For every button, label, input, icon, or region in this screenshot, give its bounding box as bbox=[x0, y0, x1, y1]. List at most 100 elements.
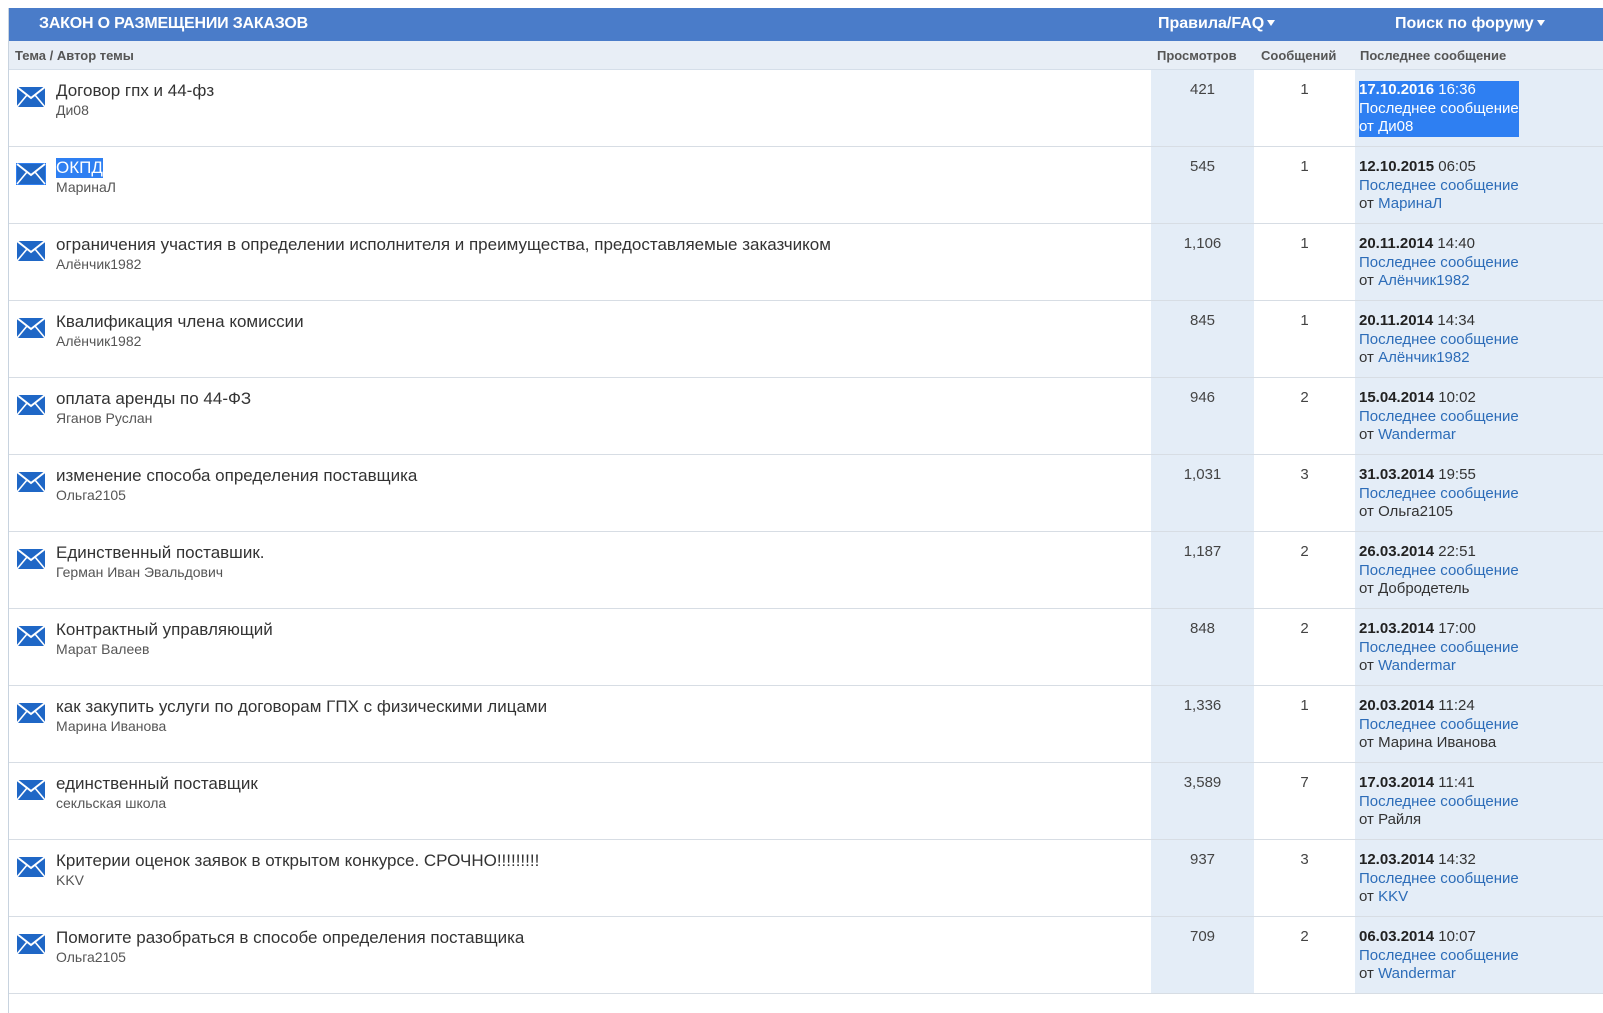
column-header-row: Тема / Автор темы Просмотров Сообщений П… bbox=[9, 41, 1603, 70]
topic-author[interactable]: секльская школа bbox=[56, 795, 166, 811]
last-message-info: 12.10.2015 06:05 Последнее сообщение от … bbox=[1359, 158, 1519, 214]
last-message-link[interactable]: Последнее сообщение bbox=[1359, 485, 1519, 502]
topic-author[interactable]: Алёнчик1982 bbox=[56, 256, 141, 272]
last-message-link[interactable]: Последнее сообщение bbox=[1359, 254, 1519, 271]
topic-title-link[interactable]: ОКПД bbox=[56, 158, 103, 178]
last-message-date: 20.11.2014 bbox=[1359, 235, 1434, 252]
topic-title-link[interactable]: ограничения участия в определении исполн… bbox=[56, 235, 831, 255]
last-message-link[interactable]: Последнее сообщение bbox=[1359, 639, 1519, 656]
from-label: от bbox=[1359, 503, 1374, 520]
topic-title-link[interactable]: изменение способа определения поставщика bbox=[56, 466, 417, 486]
column-views: Просмотров bbox=[1157, 48, 1237, 63]
last-message-link[interactable]: Последнее сообщение bbox=[1359, 177, 1519, 194]
topic-title-link[interactable]: Договор гпх и 44-фз bbox=[56, 81, 214, 101]
last-message-link[interactable]: Последнее сообщение bbox=[1359, 100, 1519, 117]
last-message-author[interactable]: Марина Иванова bbox=[1378, 734, 1496, 751]
envelope-icon[interactable] bbox=[16, 163, 46, 185]
envelope-icon[interactable] bbox=[16, 86, 46, 108]
last-message-author[interactable]: МаринаЛ bbox=[1378, 195, 1442, 212]
envelope-icon[interactable] bbox=[16, 317, 46, 339]
topic-rows: Договор гпх и 44-фз Ди08 421 1 17.10.201… bbox=[9, 70, 1603, 994]
envelope-icon[interactable] bbox=[16, 471, 46, 493]
topic-title-link[interactable]: Квалификация члена комиссии bbox=[56, 312, 304, 332]
last-message-by: от Алёнчик1982 bbox=[1359, 272, 1519, 291]
topic-author[interactable]: Яганов Руслан bbox=[56, 410, 152, 426]
last-message-author[interactable]: Wandermar bbox=[1378, 965, 1456, 982]
envelope-icon[interactable] bbox=[16, 702, 46, 724]
last-message-author[interactable]: Алёнчик1982 bbox=[1378, 272, 1470, 289]
envelope-icon[interactable] bbox=[16, 625, 46, 647]
last-message-author[interactable]: KKV bbox=[1378, 888, 1408, 905]
forum-search-menu[interactable]: Поиск по форуму bbox=[1395, 15, 1545, 33]
topic-title-link[interactable]: оплата аренды по 44-ФЗ bbox=[56, 389, 251, 409]
last-message-link[interactable]: Последнее сообщение bbox=[1359, 331, 1519, 348]
envelope-icon[interactable] bbox=[16, 548, 46, 570]
posts-count: 1 bbox=[1300, 158, 1309, 175]
topic-author[interactable]: Марат Валеев bbox=[56, 641, 149, 657]
dropdown-arrow-icon bbox=[1536, 20, 1545, 26]
topic-author[interactable]: Ольга2105 bbox=[56, 487, 126, 503]
last-message-link[interactable]: Последнее сообщение bbox=[1359, 408, 1519, 425]
from-label: от bbox=[1359, 734, 1374, 751]
views-count: 3,589 bbox=[1183, 774, 1222, 791]
envelope-icon-svg bbox=[16, 471, 46, 493]
last-message-date: 17.03.2014 bbox=[1359, 774, 1435, 791]
topic-author[interactable]: KKV bbox=[56, 872, 84, 888]
last-message-info: 20.03.2014 11:24 Последнее сообщение от … bbox=[1359, 697, 1519, 753]
posts-count: 1 bbox=[1300, 235, 1309, 252]
last-message-author[interactable]: Райля bbox=[1378, 811, 1421, 828]
topic-author[interactable]: Марина Иванова bbox=[56, 718, 166, 734]
rules-faq-menu[interactable]: Правила/FAQ bbox=[1158, 15, 1276, 33]
envelope-icon[interactable] bbox=[16, 856, 46, 878]
last-message-author[interactable]: Ди08 bbox=[1378, 118, 1413, 135]
topic-author[interactable]: Ди08 bbox=[56, 102, 89, 118]
from-label: от bbox=[1359, 888, 1374, 905]
topic-row: Квалификация члена комиссии Алёнчик1982 … bbox=[9, 301, 1603, 378]
topic-title-link[interactable]: как закупить услуги по договорам ГПХ с ф… bbox=[56, 697, 547, 717]
topic-author[interactable]: МаринаЛ bbox=[56, 179, 116, 195]
last-message-info: 21.03.2014 17:00 Последнее сообщение от … bbox=[1359, 620, 1519, 676]
views-count: 946 bbox=[1189, 389, 1216, 406]
last-message-author[interactable]: Ольга2105 bbox=[1378, 503, 1453, 520]
topic-author[interactable]: Алёнчик1982 bbox=[56, 333, 141, 349]
posts-count: 2 bbox=[1300, 620, 1309, 637]
last-message-date: 26.03.2014 bbox=[1359, 543, 1435, 560]
last-message-time: 19:55 bbox=[1438, 466, 1476, 483]
last-message-link[interactable]: Последнее сообщение bbox=[1359, 870, 1519, 887]
last-message-date: 17.10.2016 bbox=[1359, 81, 1435, 98]
from-label: от bbox=[1359, 811, 1374, 828]
envelope-icon[interactable] bbox=[16, 394, 46, 416]
last-message-by: от МаринаЛ bbox=[1359, 195, 1519, 214]
last-message-link[interactable]: Последнее сообщение bbox=[1359, 562, 1519, 579]
envelope-icon-svg bbox=[16, 163, 46, 185]
last-message-time: 14:32 bbox=[1438, 851, 1476, 868]
topic-author[interactable]: Ольга2105 bbox=[56, 949, 126, 965]
last-message-link[interactable]: Последнее сообщение bbox=[1359, 716, 1519, 733]
from-label: от bbox=[1359, 965, 1374, 982]
last-message-link[interactable]: Последнее сообщение bbox=[1359, 793, 1519, 810]
envelope-icon[interactable] bbox=[16, 933, 46, 955]
last-message-author[interactable]: Алёнчик1982 bbox=[1378, 349, 1470, 366]
column-last-message: Последнее сообщение bbox=[1360, 48, 1507, 63]
last-message-info: 17.10.2016 16:36 Последнее сообщение от … bbox=[1359, 81, 1519, 137]
last-message-link[interactable]: Последнее сообщение bbox=[1359, 947, 1519, 964]
topic-title-link[interactable]: Критерии оценок заявок в открытом конкур… bbox=[56, 851, 539, 871]
topic-title-link[interactable]: Единственный поставшик. bbox=[56, 543, 264, 563]
topic-title-link[interactable]: единственный поставщик bbox=[56, 774, 258, 794]
topic-author[interactable]: Герман Иван Эвальдович bbox=[56, 564, 223, 580]
topic-title-link[interactable]: Контрактный управляющий bbox=[56, 620, 273, 640]
topic-title-link[interactable]: Помогите разобраться в способе определен… bbox=[56, 928, 524, 948]
from-label: от bbox=[1359, 272, 1374, 289]
forum-title[interactable]: ЗАКОН О РАЗМЕЩЕНИИ ЗАКАЗОВ bbox=[39, 15, 308, 33]
last-message-author[interactable]: Wandermar bbox=[1378, 657, 1456, 674]
envelope-icon[interactable] bbox=[16, 240, 46, 262]
last-message-author[interactable]: Добродетель bbox=[1378, 580, 1469, 597]
topic-row: оплата аренды по 44-ФЗ Яганов Руслан 946… bbox=[9, 378, 1603, 455]
from-label: от bbox=[1359, 118, 1374, 135]
envelope-icon[interactable] bbox=[16, 779, 46, 801]
last-message-author[interactable]: Wandermar bbox=[1378, 426, 1456, 443]
last-message-date: 12.10.2015 bbox=[1359, 158, 1435, 175]
envelope-icon-svg bbox=[16, 548, 46, 570]
last-message-info: 12.03.2014 14:32 Последнее сообщение от … bbox=[1359, 851, 1519, 907]
topic-row: Контрактный управляющий Марат Валеев 848… bbox=[9, 609, 1603, 686]
